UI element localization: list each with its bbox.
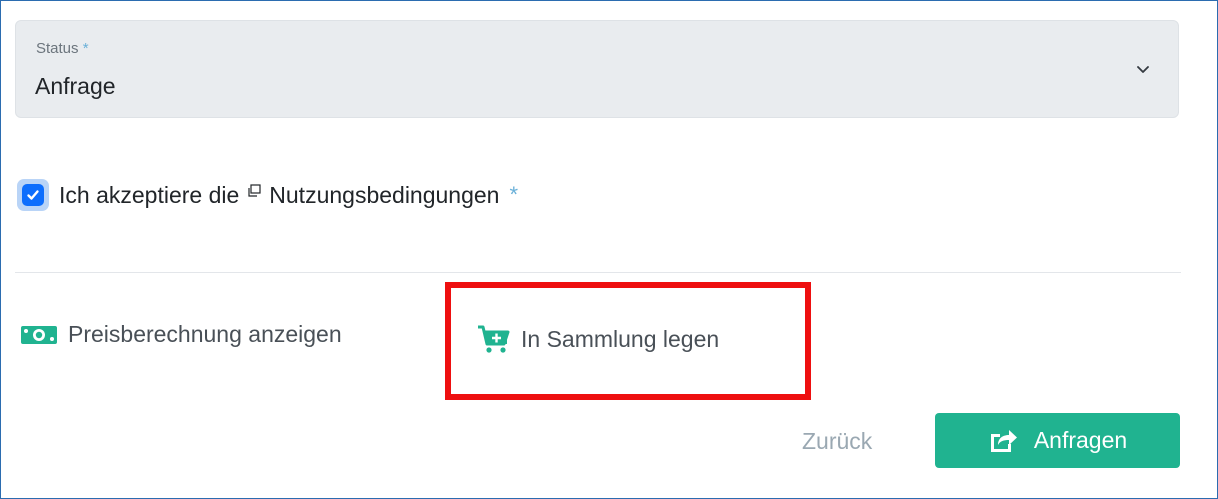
terms-row: Ich akzeptiere die Nutzungsbedingungen * <box>17 176 518 214</box>
highlight-box <box>445 282 811 400</box>
required-mark: * <box>509 182 519 207</box>
submit-request-label: Anfragen <box>1033 427 1128 453</box>
terms-link[interactable]: Nutzungsbedingungen <box>269 182 499 209</box>
status-label: Status * <box>36 40 89 57</box>
show-price-calculation-label: Preisberechnung anzeigen <box>68 321 342 347</box>
divider <box>15 272 1181 273</box>
terms-label: Ich akzeptiere die Nutzungsbedingungen * <box>59 182 518 209</box>
checkbox-checked <box>22 184 44 206</box>
submit-request-button[interactable]: Anfragen <box>935 413 1180 468</box>
status-value: Anfrage <box>35 73 116 99</box>
money-icon <box>20 323 58 347</box>
external-window-icon <box>248 184 261 197</box>
chevron-down-icon <box>1137 66 1149 73</box>
terms-prefix: Ich akzeptiere die <box>59 181 240 208</box>
terms-checkbox[interactable] <box>17 179 49 211</box>
share-square-icon <box>988 428 1018 454</box>
show-price-calculation-link[interactable]: Preisberechnung anzeigen <box>20 321 342 348</box>
check-icon <box>27 190 39 200</box>
status-select[interactable]: Status * Anfrage <box>15 20 1179 118</box>
back-button[interactable]: Zurück <box>802 428 872 455</box>
status-label-text: Status <box>36 40 79 57</box>
required-mark: * <box>82 40 89 57</box>
